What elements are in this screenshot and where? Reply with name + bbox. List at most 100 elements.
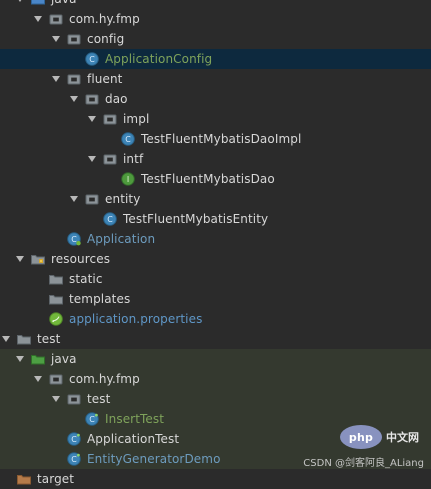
tree-item-label: com.hy.fmp	[69, 12, 140, 26]
tree-row[interactable]: target	[0, 469, 431, 489]
tree-row-content[interactable]: C InsertTest	[68, 409, 164, 429]
tree-item-label: java	[51, 352, 77, 366]
tree-item-label: intf	[123, 152, 144, 166]
svg-text:I: I	[127, 175, 129, 184]
tree-row-content[interactable]: C ApplicationTest	[50, 429, 179, 449]
leaf-spacer	[50, 449, 62, 469]
tree-row-content[interactable]: java	[14, 0, 77, 9]
expand-arrow-icon[interactable]	[68, 189, 80, 209]
tree-row-content[interactable]: impl	[86, 109, 149, 129]
tree-row[interactable]: java	[0, 349, 431, 369]
tree-item-label: ApplicationTest	[87, 432, 180, 446]
tree-item-label: TestFluentMybatisDaoImpl	[141, 132, 302, 146]
package-icon	[66, 391, 82, 407]
folder-icon	[48, 271, 64, 287]
tree-row[interactable]: C Application	[0, 229, 431, 249]
package-icon	[84, 91, 100, 107]
tree-row-content[interactable]: C EntityGeneratorDemo	[50, 449, 221, 469]
tree-row[interactable]: com.hy.fmp	[0, 369, 431, 389]
tree-row-content[interactable]: dao	[68, 89, 128, 109]
expand-arrow-icon[interactable]	[50, 69, 62, 89]
leaf-spacer	[68, 49, 80, 69]
expand-arrow-icon[interactable]	[50, 29, 62, 49]
tree-row-content[interactable]: C TestFluentMybatisDaoImpl	[104, 129, 301, 149]
tree-row-content[interactable]: application.properties	[32, 309, 202, 329]
tree-row[interactable]: test	[0, 329, 431, 349]
tree-row[interactable]: dao	[0, 89, 431, 109]
expand-arrow-icon[interactable]	[32, 369, 44, 389]
tree-row[interactable]: com.hy.fmp	[0, 9, 431, 29]
tree-row[interactable]: intf	[0, 149, 431, 169]
tree-row-content[interactable]: config	[50, 29, 124, 49]
tree-item-label: TestFluentMybatisEntity	[123, 212, 269, 226]
tree-item-label: fluent	[87, 72, 123, 86]
leaf-spacer	[68, 409, 80, 429]
tree-item-label: ApplicationConfig	[105, 52, 213, 66]
tree-item-label: application.properties	[69, 312, 203, 326]
tree-row-content[interactable]: test	[0, 329, 60, 349]
tree-item-label: impl	[123, 112, 150, 126]
folder-icon	[48, 291, 64, 307]
tree-item-label: java	[51, 0, 77, 9]
tree-row-content[interactable]: intf	[86, 149, 143, 169]
test-class-icon: C	[66, 451, 82, 467]
excluded-folder-icon	[16, 471, 32, 487]
tree-row-content[interactable]: C Application	[50, 229, 155, 249]
expand-arrow-icon[interactable]	[68, 89, 80, 109]
expand-arrow-icon[interactable]	[14, 249, 26, 269]
interface-icon: I	[120, 171, 136, 187]
tree-row[interactable]: resources	[0, 249, 431, 269]
svg-text:C: C	[125, 135, 131, 144]
expand-arrow-icon[interactable]	[86, 149, 98, 169]
tree-row[interactable]: config	[0, 29, 431, 49]
tree-item-label: resources	[51, 252, 111, 266]
leaf-spacer	[32, 309, 44, 329]
php-chinese-text: 中文网	[386, 431, 419, 444]
tree-item-label: target	[37, 472, 75, 486]
package-icon	[102, 111, 118, 127]
tree-row[interactable]: fluent	[0, 69, 431, 89]
tree-row-content[interactable]: com.hy.fmp	[32, 9, 140, 29]
tree-item-label: test	[37, 332, 61, 346]
expand-arrow-icon[interactable]	[0, 329, 12, 349]
tree-row-content[interactable]: resources	[14, 249, 110, 269]
package-icon	[84, 191, 100, 207]
tree-row-content[interactable]: target	[0, 469, 74, 489]
tree-row[interactable]: static	[0, 269, 431, 289]
tree-row-content[interactable]: C ApplicationConfig	[68, 49, 212, 69]
tree-row[interactable]: C TestFluentMybatisDaoImpl	[0, 129, 431, 149]
tree-row-content[interactable]: test	[50, 389, 110, 409]
tree-row-content[interactable]: entity	[68, 189, 140, 209]
tree-row-content[interactable]: fluent	[50, 69, 122, 89]
tree-row[interactable]: templates	[0, 289, 431, 309]
leaf-spacer	[50, 229, 62, 249]
test-class-icon: C	[84, 411, 100, 427]
tree-row-content[interactable]: java	[14, 349, 77, 369]
tree-row[interactable]: java	[0, 0, 431, 9]
tree-row[interactable]: C ApplicationConfig	[0, 49, 431, 69]
spring-properties-icon	[48, 311, 64, 327]
spring-class-icon: C	[66, 231, 82, 247]
tree-row-content[interactable]: com.hy.fmp	[32, 369, 140, 389]
expand-arrow-icon[interactable]	[50, 389, 62, 409]
tree-row[interactable]: test	[0, 389, 431, 409]
tree-row[interactable]: I TestFluentMybatisDao	[0, 169, 431, 189]
tree-item-label: config	[87, 32, 125, 46]
tree-item-label: entity	[105, 192, 141, 206]
tree-row-content[interactable]: static	[32, 269, 103, 289]
resources-folder-icon	[30, 251, 46, 267]
php-logo: php	[340, 425, 382, 449]
svg-text:C: C	[71, 435, 77, 444]
expand-arrow-icon[interactable]	[86, 109, 98, 129]
package-icon	[48, 11, 64, 27]
expand-arrow-icon[interactable]	[32, 9, 44, 29]
tree-row[interactable]: impl	[0, 109, 431, 129]
tree-row[interactable]: application.properties	[0, 309, 431, 329]
expand-arrow-icon[interactable]	[14, 0, 26, 9]
expand-arrow-icon[interactable]	[14, 349, 26, 369]
tree-row[interactable]: entity	[0, 189, 431, 209]
tree-row[interactable]: C TestFluentMybatisEntity	[0, 209, 431, 229]
tree-row-content[interactable]: templates	[32, 289, 130, 309]
tree-row-content[interactable]: C TestFluentMybatisEntity	[86, 209, 268, 229]
tree-row-content[interactable]: I TestFluentMybatisDao	[104, 169, 275, 189]
